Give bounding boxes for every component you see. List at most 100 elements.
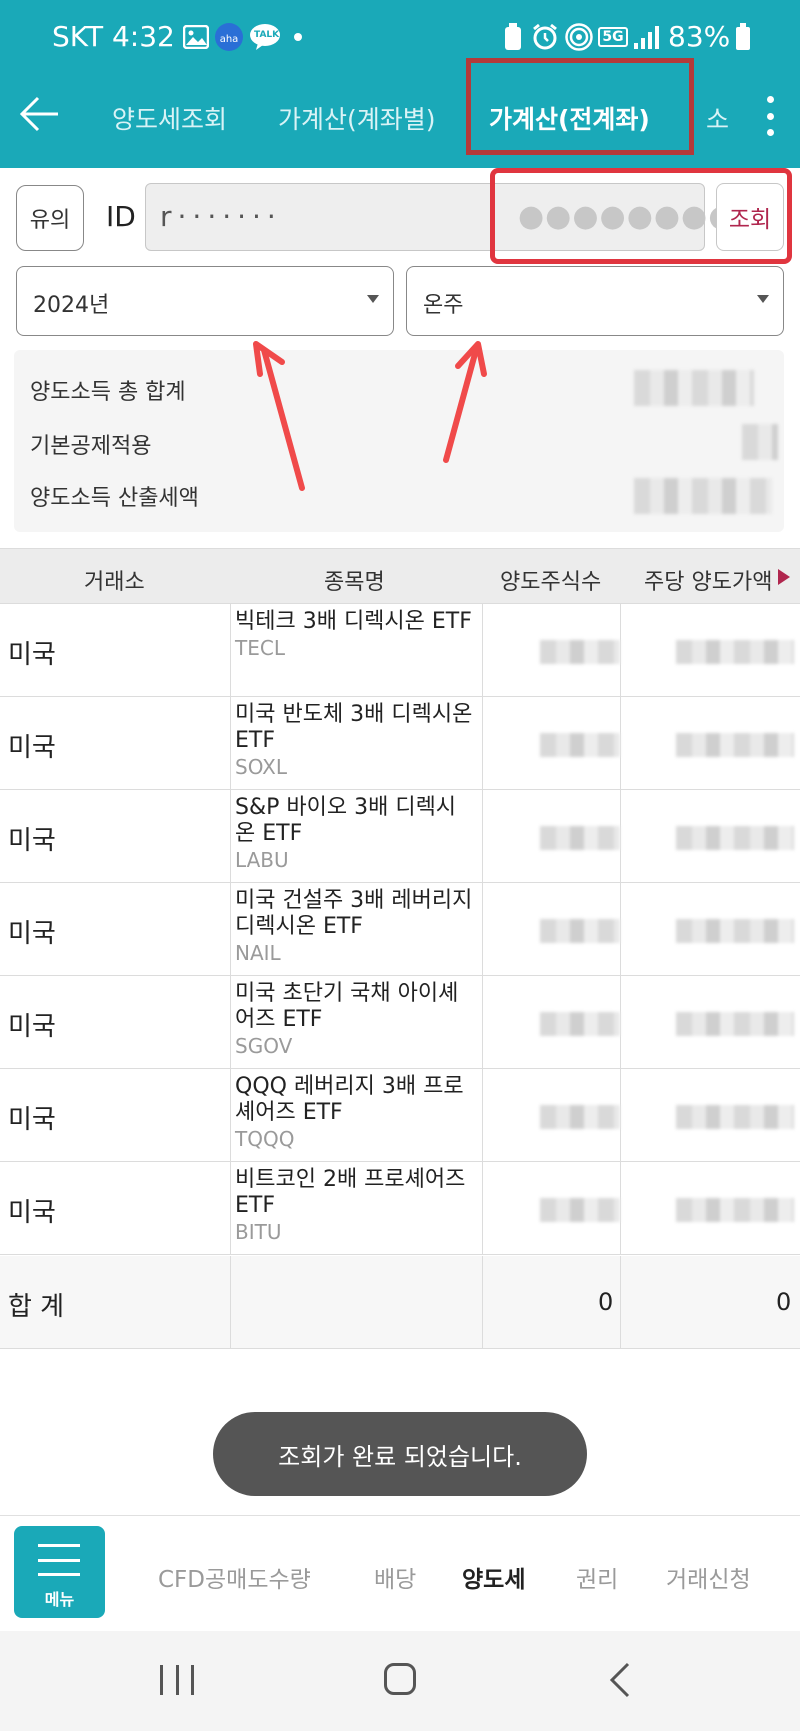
cell-stock-name: 비트코인 2배 프로셰어즈 ETF BITU xyxy=(235,1167,475,1245)
stock-ticker: SGOV xyxy=(235,1034,293,1058)
column-divider xyxy=(482,1256,483,1348)
column-divider xyxy=(620,1256,621,1348)
system-nav-bar xyxy=(0,1631,800,1731)
bottom-menu-bar: 메뉴 CFD공매도수량 배당 양도세 권리 거래신청 xyxy=(0,1515,800,1631)
column-divider xyxy=(230,790,231,882)
bottom-nav-trade-request[interactable]: 거래신청 xyxy=(666,1560,751,1594)
table-row[interactable]: 미국 빅테크 3배 디렉시온 ETF TECL xyxy=(0,604,800,697)
column-header-exchange: 거래소 xyxy=(84,570,145,595)
bottom-nav-capital-gains-tax[interactable]: 양도세 xyxy=(462,1560,525,1594)
bottom-nav-cfd-short[interactable]: CFD공매도수량 xyxy=(158,1560,311,1594)
year-select[interactable]: 2024년 xyxy=(16,266,394,336)
cell-exchange: 미국 xyxy=(8,1012,56,1042)
column-divider xyxy=(482,697,483,789)
network-label: 5G xyxy=(598,27,628,47)
recent-apps-icon[interactable] xyxy=(160,1665,194,1695)
5g-icon: 5G xyxy=(598,22,628,52)
blurred-value xyxy=(634,370,754,406)
blurred-value xyxy=(676,733,794,757)
column-header-stock-name: 종목명 xyxy=(324,570,385,595)
cell-stock-name: S&P 바이오 3배 디렉시온 ETF LABU xyxy=(235,795,475,873)
blurred-value xyxy=(540,733,620,757)
tab-estimate-by-account[interactable]: 가계산(계좌별) xyxy=(278,100,436,136)
total-price: 0 xyxy=(776,1288,792,1316)
blurred-value xyxy=(676,1198,794,1222)
stock-ticker: TECL xyxy=(235,636,285,660)
cell-stock-name: 빅테크 3배 디렉시온 ETF TECL xyxy=(235,609,475,661)
menu-label: 메뉴 xyxy=(44,1590,75,1609)
table-row[interactable]: 미국 S&P 바이오 3배 디렉시온 ETF LABU xyxy=(0,790,800,883)
carrier-time: SKT 4:32 xyxy=(52,20,175,53)
stock-name: 미국 초단기 국채 아이셰어즈 ETF xyxy=(235,981,459,1032)
column-divider xyxy=(620,976,621,1068)
column-divider xyxy=(230,1162,231,1254)
back-icon[interactable] xyxy=(608,1661,632,1699)
tab-highlight-box xyxy=(466,58,694,155)
year-select-value: 2024년 xyxy=(33,293,110,318)
blurred-value xyxy=(540,1012,620,1036)
dot-icon xyxy=(292,22,304,52)
scroll-right-icon[interactable] xyxy=(778,569,790,585)
summary-basic-deduction-label: 기본공제적용 xyxy=(30,434,152,459)
back-arrow-icon[interactable] xyxy=(18,92,62,136)
stock-name: 미국 건설주 3배 레버리지 디렉시온 ETF xyxy=(235,888,473,939)
column-divider xyxy=(482,883,483,975)
column-divider xyxy=(230,604,231,696)
chevron-down-icon xyxy=(367,295,379,303)
menu-button[interactable]: 메뉴 xyxy=(14,1526,105,1618)
cell-exchange: 미국 xyxy=(8,1105,56,1135)
table-row[interactable]: 미국 비트코인 2배 프로셰어즈 ETF BITU xyxy=(0,1162,800,1255)
notice-button[interactable]: 유의 xyxy=(16,185,84,251)
column-divider xyxy=(482,1162,483,1254)
table-row[interactable]: 미국 QQQ 레버리지 3배 프로셰어즈 ETF TQQQ xyxy=(0,1069,800,1162)
blurred-value xyxy=(540,1105,620,1129)
kakao-talk-label: TALK xyxy=(254,30,280,40)
stock-ticker: TQQQ xyxy=(235,1127,295,1151)
column-header-shares-sold: 양도주식수 xyxy=(500,570,602,595)
stock-name: QQQ 레버리지 3배 프로셰어즈 ETF xyxy=(235,1074,464,1125)
stock-name: 미국 반도체 3배 디렉시온 ETF xyxy=(235,702,473,753)
signal-icon xyxy=(632,22,660,52)
cell-stock-name: 미국 반도체 3배 디렉시온 ETF SOXL xyxy=(235,702,475,780)
column-divider xyxy=(620,883,621,975)
column-divider xyxy=(482,1069,483,1161)
tab-more-truncated[interactable]: 소 xyxy=(706,100,729,136)
battery-icon xyxy=(734,22,752,52)
kakao-talk-icon: TALK xyxy=(248,22,282,52)
blurred-value xyxy=(676,826,794,850)
bottom-nav-rights[interactable]: 권리 xyxy=(576,1560,618,1594)
bottom-nav-dividend[interactable]: 배당 xyxy=(374,1560,416,1594)
total-row: 합 계 0 0 xyxy=(0,1256,800,1349)
blurred-value xyxy=(676,919,794,943)
blurred-value xyxy=(540,826,620,850)
column-divider xyxy=(620,790,621,882)
summary-calculated-tax-label: 양도소득 산출세액 xyxy=(30,486,199,511)
stock-ticker: LABU xyxy=(235,848,289,872)
account-select-value: 온주 xyxy=(423,293,464,318)
table-row[interactable]: 미국 미국 초단기 국채 아이셰어즈 ETF SGOV xyxy=(0,976,800,1069)
column-divider xyxy=(230,883,231,975)
table-row[interactable]: 미국 미국 건설주 3배 레버리지 디렉시온 ETF NAIL xyxy=(0,883,800,976)
overflow-menu-icon[interactable] xyxy=(756,92,784,140)
cell-stock-name: 미국 건설주 3배 레버리지 디렉시온 ETF NAIL xyxy=(235,888,475,966)
stock-name: S&P 바이오 3배 디렉시온 ETF xyxy=(235,795,457,846)
id-label: ID xyxy=(106,200,136,233)
id-value: r······· xyxy=(160,200,282,233)
cell-exchange: 미국 xyxy=(8,640,56,670)
cell-exchange: 미국 xyxy=(8,1198,56,1228)
column-divider xyxy=(620,1069,621,1161)
query-highlight-box xyxy=(490,168,792,264)
account-select[interactable]: 온주 xyxy=(406,266,784,336)
tab-capital-gains-tax-lookup[interactable]: 양도세조회 xyxy=(112,100,227,136)
stock-ticker: NAIL xyxy=(235,941,281,965)
stock-ticker: SOXL xyxy=(235,755,288,779)
summary-total-gain-label: 양도소득 총 합계 xyxy=(30,380,186,405)
blurred-value xyxy=(676,1105,794,1129)
table-header: 거래소 종목명 양도주식수 주당 양도가액 xyxy=(0,548,800,604)
blurred-value xyxy=(540,1198,620,1222)
column-divider xyxy=(482,790,483,882)
column-divider xyxy=(482,976,483,1068)
table-row[interactable]: 미국 미국 반도체 3배 디렉시온 ETF SOXL xyxy=(0,697,800,790)
home-icon[interactable] xyxy=(384,1663,416,1695)
hotspot-icon xyxy=(564,22,594,52)
